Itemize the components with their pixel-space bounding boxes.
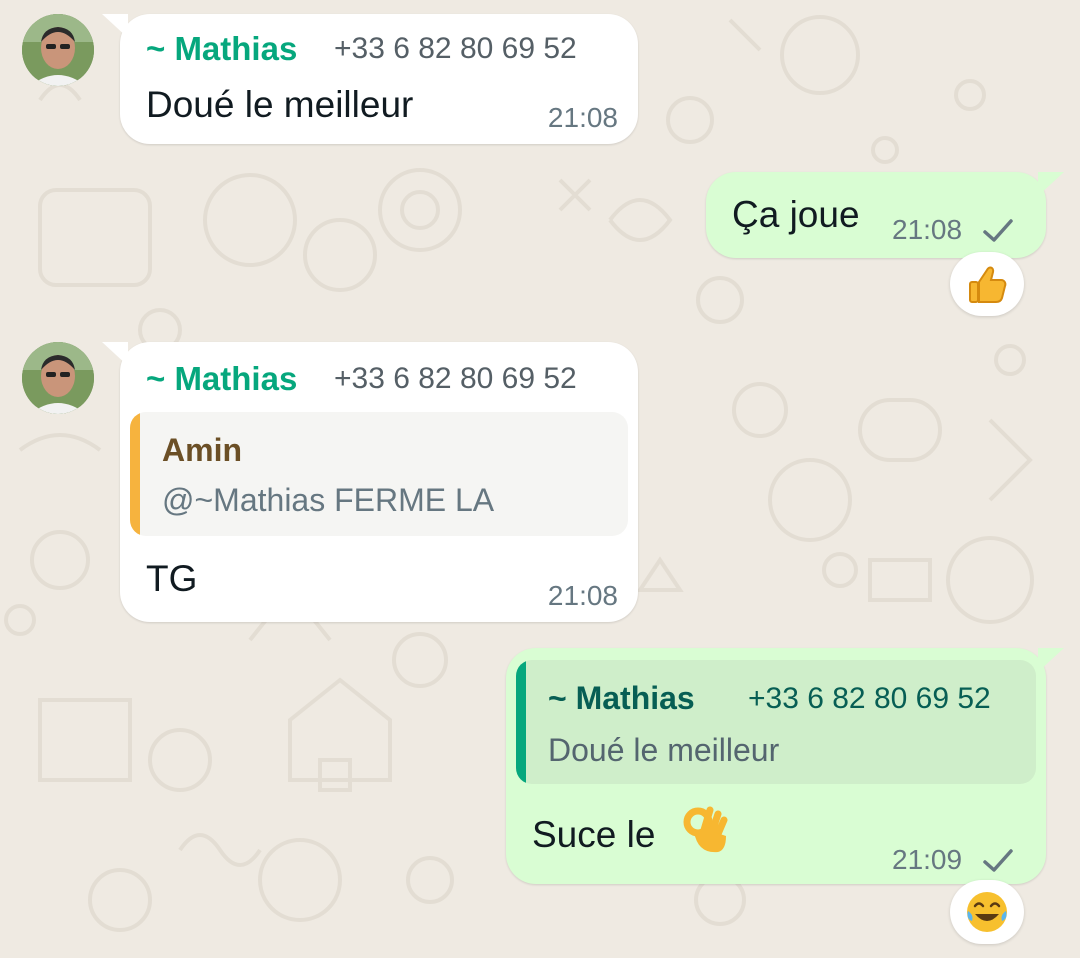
single-check-icon bbox=[983, 219, 1013, 242]
message-text: TG bbox=[146, 558, 198, 599]
quoted-message[interactable]: ~ Mathias +33 6 82 80 69 52 Doué le meil… bbox=[516, 660, 1036, 784]
quoted-author: Amin bbox=[162, 432, 242, 468]
quoted-text: Doué le meilleur bbox=[548, 732, 780, 768]
bubble-tail bbox=[102, 14, 128, 38]
sender-name[interactable]: ~ Mathias bbox=[146, 30, 297, 68]
message-text: Doué le meilleur bbox=[146, 84, 414, 125]
message-text: Ça joue bbox=[732, 194, 860, 235]
incoming-message-bubble[interactable]: ~ Mathias +33 6 82 80 69 52 Amin @~Mathi… bbox=[102, 342, 638, 622]
bubble-tail bbox=[102, 342, 128, 366]
single-check-icon bbox=[983, 849, 1013, 872]
outgoing-message-bubble[interactable]: ~ Mathias +33 6 82 80 69 52 Doué le meil… bbox=[506, 648, 1064, 884]
ok-hand-emoji-icon bbox=[683, 806, 728, 853]
incoming-message-bubble[interactable]: ~ Mathias +33 6 82 80 69 52 Doué le meil… bbox=[102, 14, 638, 144]
sender-phone: +33 6 82 80 69 52 bbox=[334, 32, 577, 65]
thumbs-up-emoji-icon bbox=[969, 266, 1007, 303]
avatar-photo bbox=[22, 342, 94, 414]
avatar-photo bbox=[22, 14, 94, 86]
quote-accent-bar bbox=[130, 412, 140, 536]
message-text: Suce le bbox=[532, 814, 656, 855]
quoted-author: ~ Mathias bbox=[548, 680, 695, 716]
reaction-badge[interactable] bbox=[950, 880, 1024, 944]
quote-accent-bar bbox=[516, 660, 526, 784]
avatar[interactable] bbox=[22, 342, 94, 414]
laughing-tears-emoji-icon bbox=[967, 892, 1007, 932]
sender-name[interactable]: ~ Mathias bbox=[146, 360, 297, 398]
bubble-tail bbox=[1038, 172, 1064, 196]
avatar[interactable] bbox=[22, 14, 94, 86]
message-time: 21:08 bbox=[547, 580, 618, 611]
quoted-text: @~Mathias FERME LA bbox=[162, 482, 495, 518]
bubble-tail bbox=[1038, 648, 1064, 672]
quoted-phone: +33 6 82 80 69 52 bbox=[748, 682, 991, 715]
outgoing-message-bubble[interactable]: Ça joue 21:08 bbox=[706, 172, 1064, 258]
sender-phone: +33 6 82 80 69 52 bbox=[334, 362, 577, 395]
reaction-badge[interactable] bbox=[950, 252, 1024, 316]
message-time: 21:08 bbox=[892, 214, 963, 245]
message-time: 21:09 bbox=[892, 844, 963, 875]
message-time: 21:08 bbox=[547, 102, 618, 133]
quoted-message[interactable]: Amin @~Mathias FERME LA bbox=[130, 412, 628, 536]
